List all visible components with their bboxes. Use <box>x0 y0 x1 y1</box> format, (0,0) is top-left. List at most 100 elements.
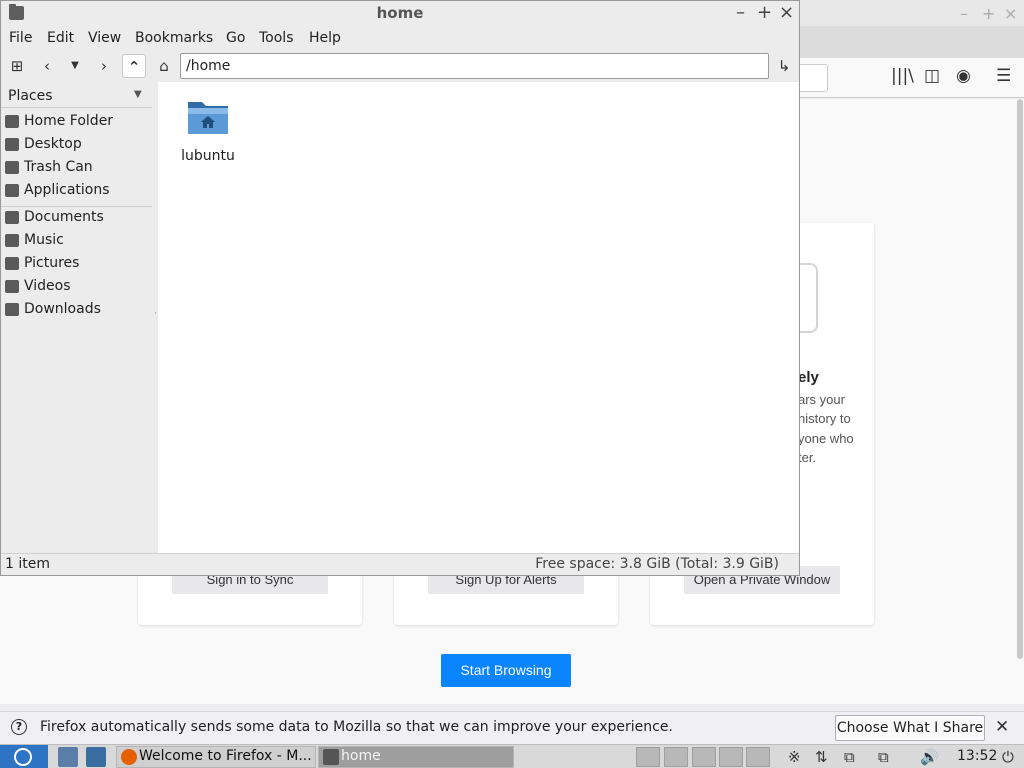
clock[interactable]: 13:52 <box>957 748 997 764</box>
forward-icon[interactable]: › <box>92 54 116 78</box>
file-view: lubuntu <box>158 82 799 553</box>
menu-view[interactable]: View <box>88 30 121 46</box>
start-browsing-button[interactable]: Start Browsing <box>441 654 571 687</box>
path-input[interactable]: /home <box>180 53 769 79</box>
sidebar-item-label: Trash Can <box>24 159 93 175</box>
folder-icon <box>5 257 19 270</box>
workspace-3[interactable] <box>692 747 716 767</box>
window-switch-icon[interactable]: ⧉ <box>878 748 889 766</box>
sidebar-item-label: Videos <box>24 278 71 294</box>
back-icon[interactable]: ‹ <box>35 54 59 78</box>
sidebar-item-label: Applications <box>24 182 110 198</box>
task-label: Welcome to Firefox - M... <box>139 748 312 764</box>
sidebar-item-music[interactable]: Music <box>1 230 152 252</box>
minimize-icon[interactable]: – <box>960 4 968 23</box>
file-manager-launcher-icon[interactable] <box>58 747 78 767</box>
window-title: home <box>376 4 424 22</box>
minimize-icon[interactable]: – <box>736 2 745 23</box>
home-folder-icon <box>188 102 228 134</box>
network-icon[interactable]: ⇅ <box>815 748 828 766</box>
volume-icon[interactable]: 🔊 <box>920 748 939 766</box>
places-selector[interactable]: Places ▼ <box>1 82 152 108</box>
file-manager-window: home – + × File Edit View Bookmarks Go T… <box>0 0 800 576</box>
sidebar-item-label: Documents <box>24 209 104 225</box>
maximize-icon[interactable]: + <box>757 2 772 23</box>
menu-go[interactable]: Go <box>226 30 245 46</box>
taskbar: Welcome to Firefox - M... home ※ ⇅ ⧉ ⧉ 🔊… <box>0 744 1024 768</box>
menu-file[interactable]: File <box>9 30 32 46</box>
close-icon[interactable]: × <box>1004 4 1017 23</box>
choose-what-i-share-button[interactable]: Choose What I Share <box>835 715 985 741</box>
desktop-icon <box>5 138 19 151</box>
account-icon[interactable]: ◉ <box>956 66 971 86</box>
workspace-2[interactable] <box>664 747 688 767</box>
task-home[interactable]: home <box>318 746 514 768</box>
up-icon[interactable]: ⌃ <box>122 54 146 78</box>
workspace-1[interactable] <box>636 747 660 767</box>
sidebar-item-downloads[interactable]: Downloads <box>1 299 152 321</box>
menubar: File Edit View Bookmarks Go Tools Help <box>1 26 799 50</box>
task-label: home <box>341 748 381 764</box>
private-browsing-illustration <box>798 263 818 333</box>
notification-text: Firefox automatically sends some data to… <box>40 719 673 735</box>
card-text-line: ter. <box>798 450 817 465</box>
applications-icon <box>5 184 19 197</box>
folder-item-lubuntu[interactable]: lubuntu <box>180 92 244 164</box>
menu-edit[interactable]: Edit <box>47 30 74 46</box>
task-firefox[interactable]: Welcome to Firefox - M... <box>116 746 316 768</box>
sidebar-item-label: Music <box>24 232 64 248</box>
menu-tools[interactable]: Tools <box>259 30 294 46</box>
places-sidebar: Places ▼ Home Folder Desktop Trash Can A… <box>1 82 152 553</box>
free-space: Free space: 3.8 GiB (Total: 3.9 GiB) <box>535 556 779 572</box>
home-icon[interactable]: ⌂ <box>152 54 176 78</box>
power-icon[interactable]: ⏻ <box>1002 748 1014 766</box>
sidebar-item-applications[interactable]: Applications <box>1 180 152 202</box>
places-label: Places <box>8 88 53 104</box>
sidebar-item-desktop[interactable]: Desktop <box>1 134 152 156</box>
workspace-4[interactable] <box>719 747 743 767</box>
go-icon[interactable]: ↳ <box>772 54 796 78</box>
sidebar-item-documents[interactable]: Documents <box>1 207 152 229</box>
menu-bookmarks[interactable]: Bookmarks <box>135 30 213 46</box>
status-bar: 1 item Free space: 3.8 GiB (Total: 3.9 G… <box>1 553 799 575</box>
sidebar-item-label: Downloads <box>24 301 101 317</box>
folder-icon <box>5 280 19 293</box>
file-manager-titlebar[interactable]: home – + × <box>1 1 799 26</box>
bluetooth-icon[interactable]: ※ <box>788 748 801 766</box>
sidebar-item-videos[interactable]: Videos <box>1 276 152 298</box>
card-text-line: yone who <box>798 431 854 446</box>
card-text-line: ars your <box>798 392 845 407</box>
new-tab-icon[interactable]: ⊞ <box>5 54 29 78</box>
card-title: ely <box>798 369 819 386</box>
folder-icon <box>5 303 19 316</box>
menu-icon[interactable]: ☰ <box>996 66 1011 86</box>
maximize-icon[interactable]: + <box>982 4 995 23</box>
workspace-5[interactable] <box>746 747 770 767</box>
trash-icon <box>5 161 19 174</box>
window-switch-icon[interactable]: ⧉ <box>844 748 855 766</box>
sidebar-item-trash-can[interactable]: Trash Can <box>1 157 152 179</box>
menu-help[interactable]: Help <box>309 30 341 46</box>
start-menu-button[interactable] <box>0 745 48 768</box>
close-icon[interactable]: × <box>779 2 794 23</box>
folder-item-label: lubuntu <box>181 148 235 164</box>
data-notification-bar: ? Firefox automatically sends some data … <box>0 711 1024 744</box>
close-icon[interactable]: ✕ <box>995 717 1009 737</box>
home-icon <box>5 115 19 128</box>
sidebar-item-pictures[interactable]: Pictures <box>1 253 152 275</box>
toolbar: ⊞ ‹ ▼ › ⌃ ⌂ /home ↳ <box>1 51 799 81</box>
folder-icon <box>323 749 339 765</box>
folder-icon <box>5 211 19 224</box>
folder-icon <box>5 234 19 247</box>
lubuntu-logo-icon <box>14 748 32 766</box>
sidebar-item-label: Home Folder <box>24 113 114 129</box>
help-icon: ? <box>11 719 27 735</box>
browser-launcher-icon[interactable] <box>86 747 106 767</box>
history-dropdown-icon[interactable]: ▼ <box>63 54 87 78</box>
card-text-line: nistory to <box>798 411 851 426</box>
sidebar-item-label: Pictures <box>24 255 80 271</box>
scrollbar[interactable] <box>1017 99 1023 659</box>
sidebar-item-home-folder[interactable]: Home Folder <box>1 111 152 133</box>
library-icon[interactable]: |||\ <box>891 66 914 86</box>
sidebar-icon[interactable]: ◫ <box>924 66 940 86</box>
